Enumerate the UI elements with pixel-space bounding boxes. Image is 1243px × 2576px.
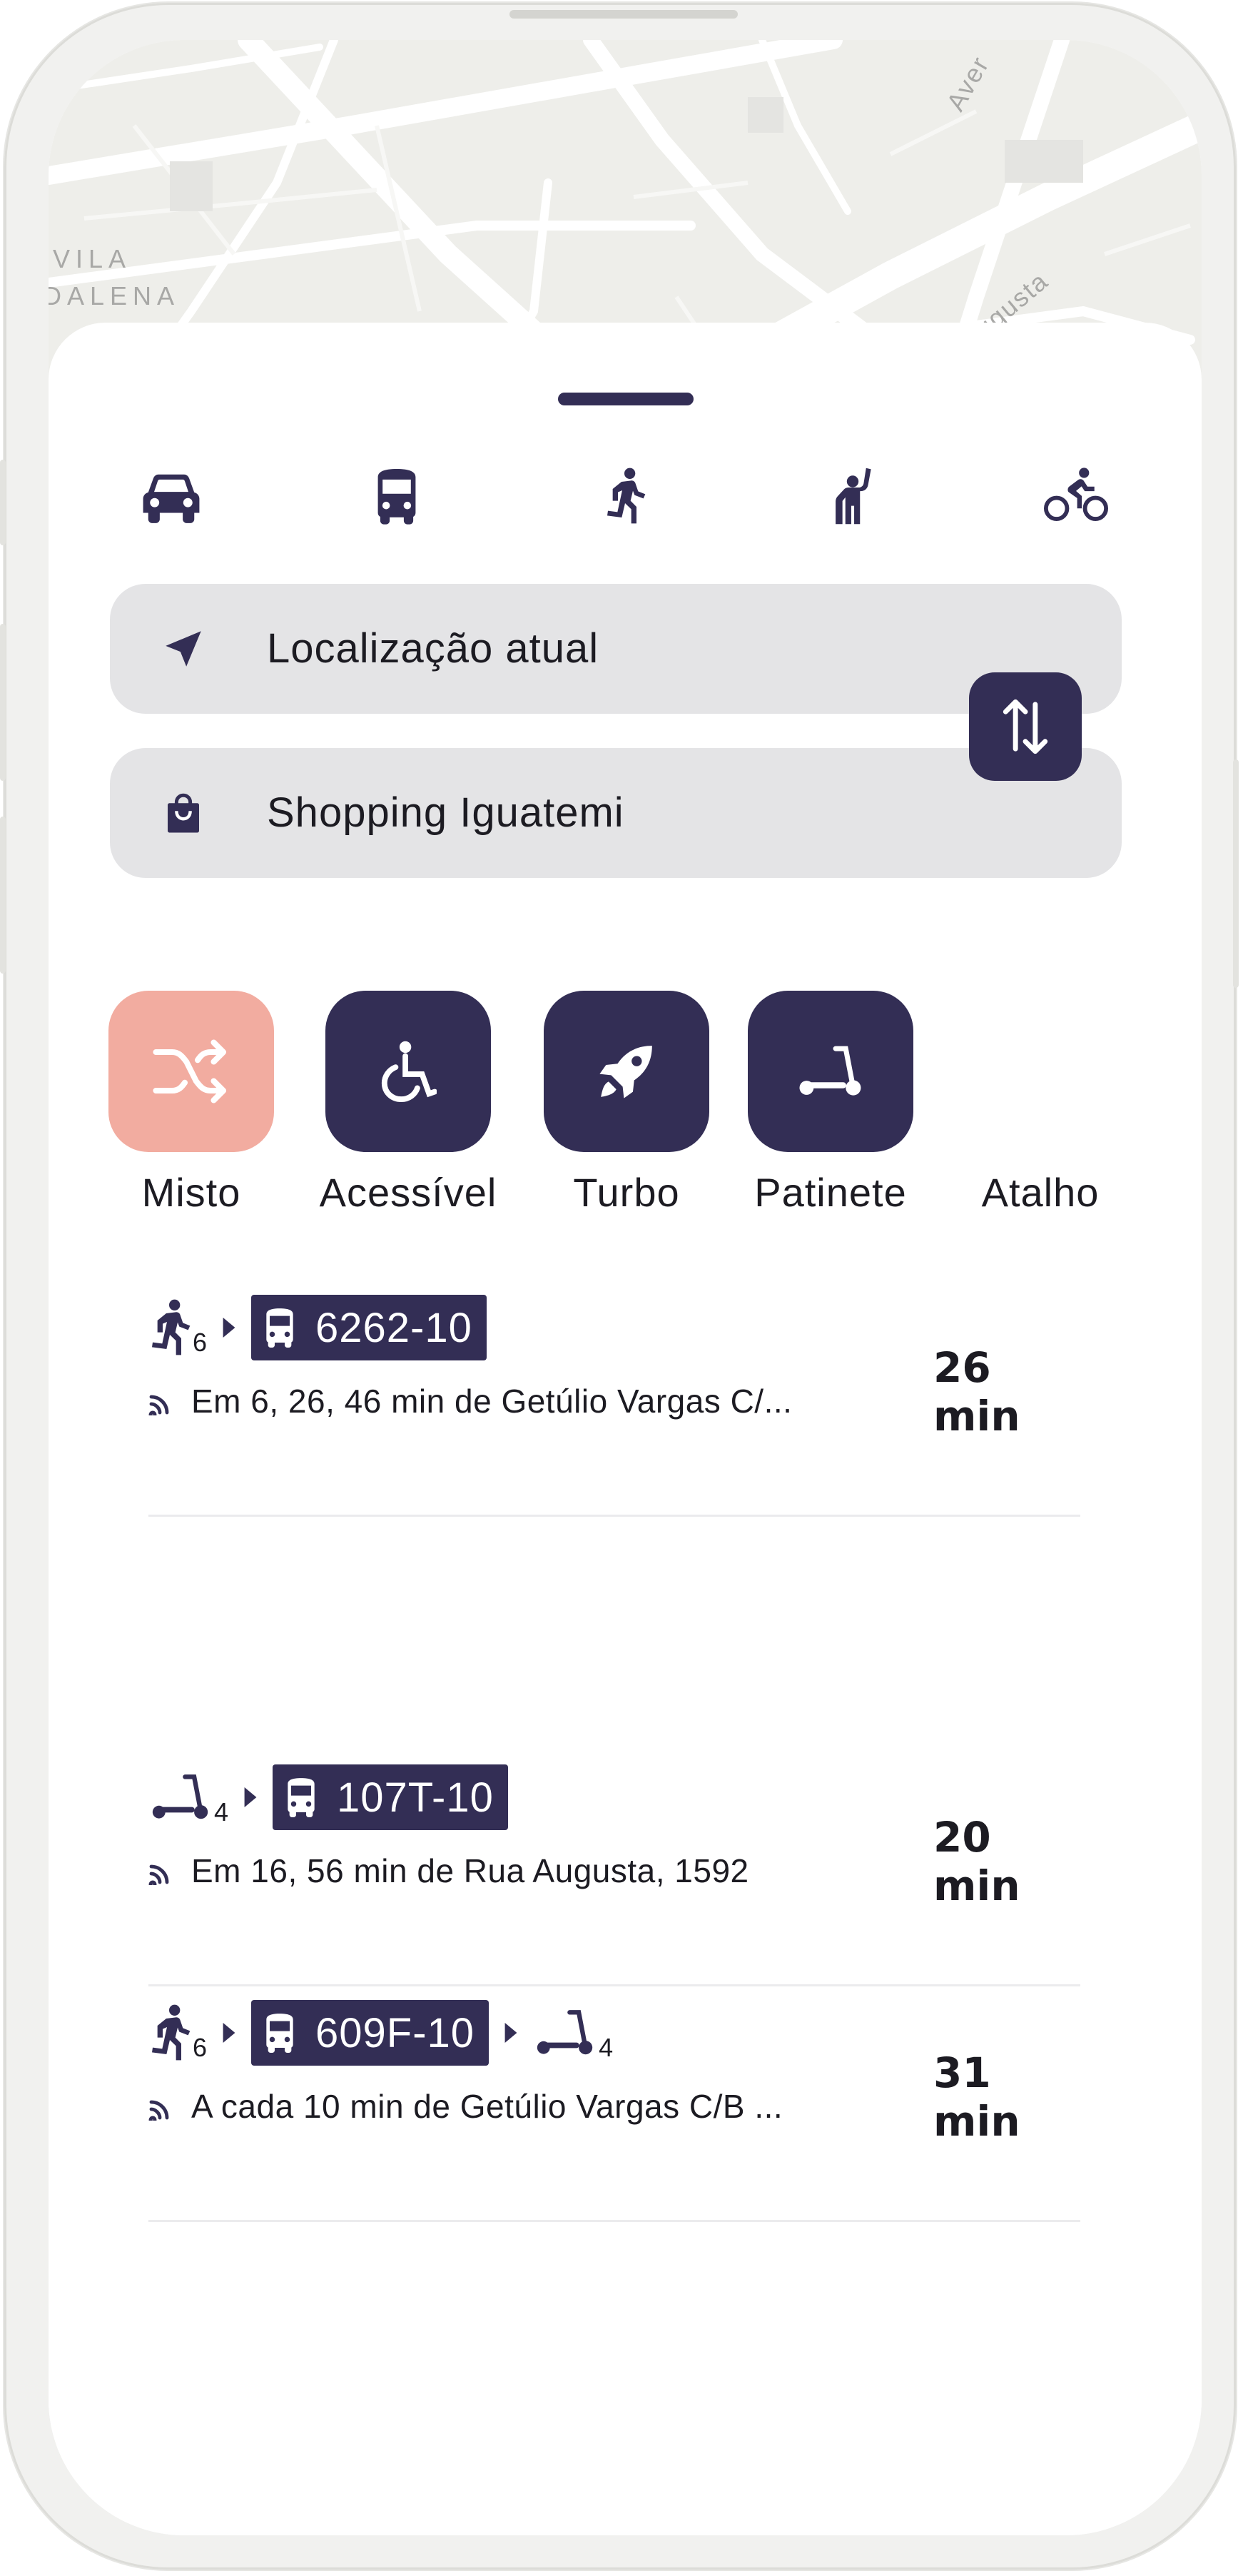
destination-input[interactable]: Shopping Iguatemi [267,748,624,878]
filter-label: Patinete [754,1170,907,1215]
ride-hail-icon[interactable] [821,464,885,528]
screen: VILA DALENA Aver ugusta Localização atua… [49,40,1202,2535]
drag-handle[interactable] [558,393,694,405]
destination-field[interactable]: Shopping Iguatemi [110,748,1122,878]
caret-right-icon [504,2023,517,2043]
shopping-bag-icon [160,789,207,837]
side-button [0,817,6,974]
car-icon[interactable] [139,465,203,530]
filter-turbo-button[interactable] [544,991,709,1152]
speaker-bar [509,10,738,19]
walk-icon [152,1299,191,1355]
leg-duration: 6 [193,2033,208,2062]
navigation-arrow-icon [160,625,207,672]
wheelchair-icon [381,1041,437,1102]
bus-icon [266,1308,293,1348]
bus-icon [266,2014,293,2053]
leg-duration: 4 [599,2033,614,2062]
bus-icon [288,1778,315,1817]
shuffle-icon [153,1039,227,1103]
leg-duration: 4 [214,1797,229,1827]
route-option[interactable]: 6 609F-10 4 A cada 10 min de Getúlio Var… [148,1999,1083,2177]
swap-vertical-icon [1003,699,1048,754]
realtime-signal-icon [148,1395,169,1415]
side-button [0,460,6,545]
route-info: A cada 10 min de Getúlio Vargas C/B ... [148,2087,783,2126]
side-button [1233,759,1239,988]
leg-duration: 6 [193,1328,208,1357]
divider [148,2220,1080,2222]
route-legs: 4 107T-10 [148,1763,508,1832]
route-departure-info: Em 6, 26, 46 min de Getúlio Vargas C/... [191,1383,793,1420]
caret-right-icon [223,1318,235,1338]
route-info: Em 6, 26, 46 min de Getúlio Vargas C/... [148,1382,792,1420]
route-info: Em 16, 56 min de Rua Augusta, 1592 [148,1852,749,1890]
filter-misto-button[interactable] [108,991,274,1152]
bus-line-badge: 107T-10 [273,1764,508,1830]
route-legs: 6 609F-10 4 [148,1999,613,2067]
bus-line-number: 107T-10 [337,1774,494,1821]
route-option[interactable]: 4 107T-10 Em 16, 56 min de Rua Augusta, … [148,1763,1083,1941]
realtime-signal-icon [148,2100,169,2121]
bike-icon[interactable] [1044,463,1108,527]
route-duration: 20 min [933,1813,1020,1910]
phone-frame: VILA DALENA Aver ugusta Localização atua… [0,3,1239,2570]
filter-label: Misto [141,1170,241,1215]
bus-line-badge: 6262-10 [251,1295,487,1360]
route-sheet: Localização atual Shopping Iguatemi Mist… [49,323,1202,2535]
caret-right-icon [244,1787,257,1807]
route-departure-info: A cada 10 min de Getúlio Vargas C/B ... [191,2088,783,2125]
filter-atalho-button[interactable]: Atalho [955,1169,1126,1216]
filter-label: Acessível [319,1170,497,1215]
route-duration: 26 min [933,1343,1020,1440]
bus-line-number: 6262-10 [315,1304,472,1351]
bus-line-badge: 609F-10 [251,2000,489,2066]
side-button [0,624,6,781]
caret-right-icon [223,2023,235,2043]
route-legs: 6 6262-10 [148,1293,487,1362]
divider [148,1984,1080,1986]
route-option[interactable]: 6 6262-10 Em 6, 26, 46 min de Getúlio Va… [148,1293,1083,1472]
route-duration: 31 min [933,2049,1020,2146]
filter-patinete-button[interactable] [748,991,913,1152]
divider [148,1515,1080,1517]
scooter-icon [537,2010,593,2055]
bus-icon[interactable] [365,464,429,528]
rocket-icon [599,1046,652,1098]
map-label: VILA [53,244,132,273]
walk-icon [152,2004,191,2061]
walk-icon[interactable] [593,464,657,528]
bus-line-number: 609F-10 [315,2009,475,2056]
origin-input[interactable]: Localização atual [267,584,599,714]
scooter-icon [152,1774,208,1819]
scooter-icon [799,1046,861,1096]
map-label: DALENA [49,281,181,310]
swap-button[interactable] [969,672,1082,781]
filter-acessivel-button[interactable] [325,991,491,1152]
realtime-signal-icon [148,1864,169,1885]
route-departure-info: Em 16, 56 min de Rua Augusta, 1592 [191,1852,749,1889]
filter-label: Turbo [573,1170,680,1215]
